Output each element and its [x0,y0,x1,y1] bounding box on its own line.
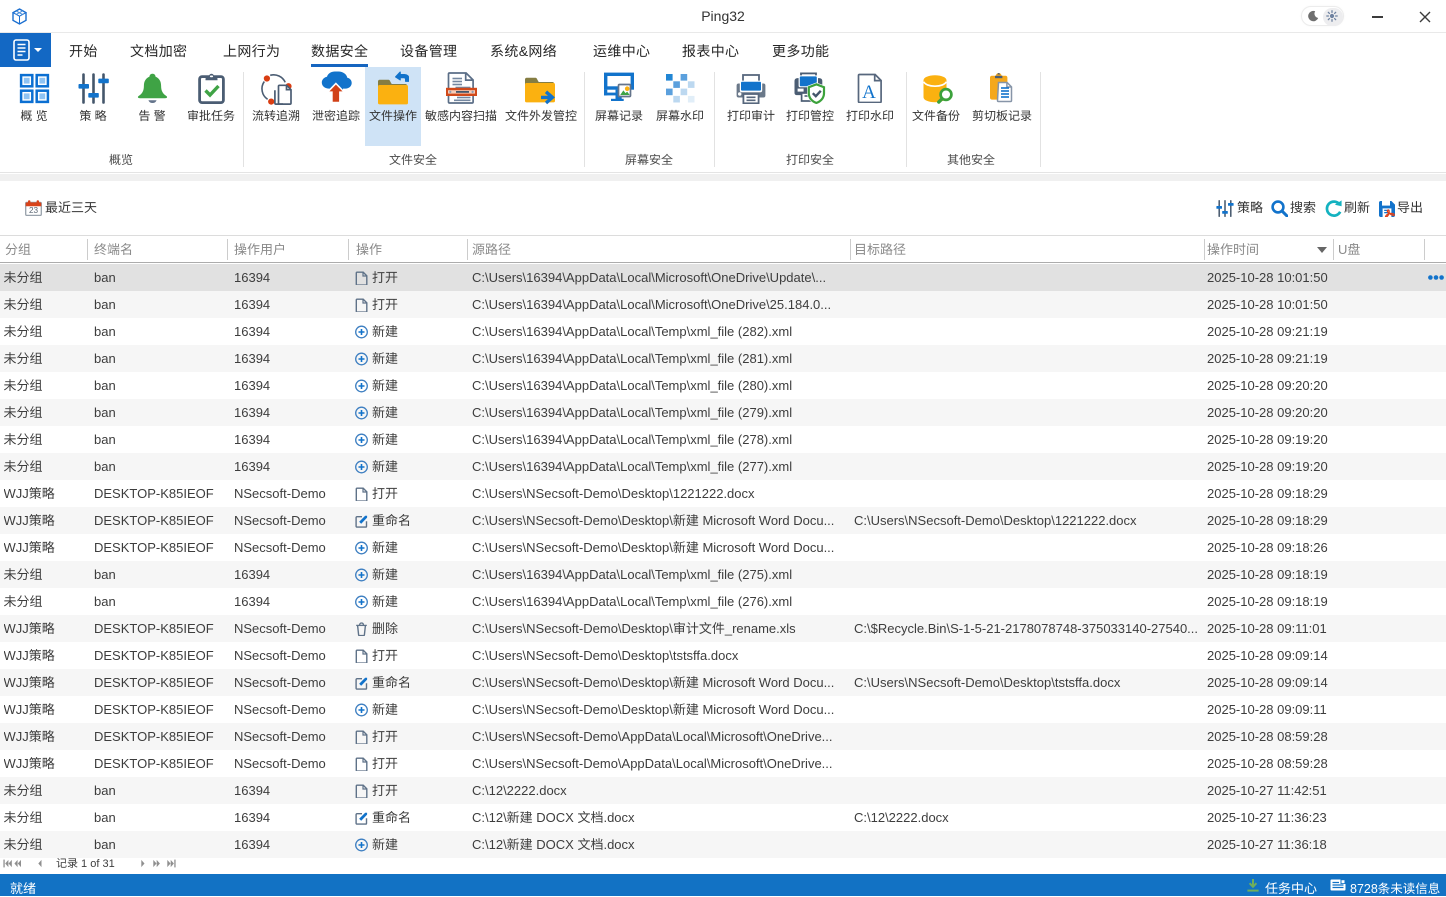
svg-text:A: A [862,82,876,103]
svg-text:23: 23 [29,206,39,215]
